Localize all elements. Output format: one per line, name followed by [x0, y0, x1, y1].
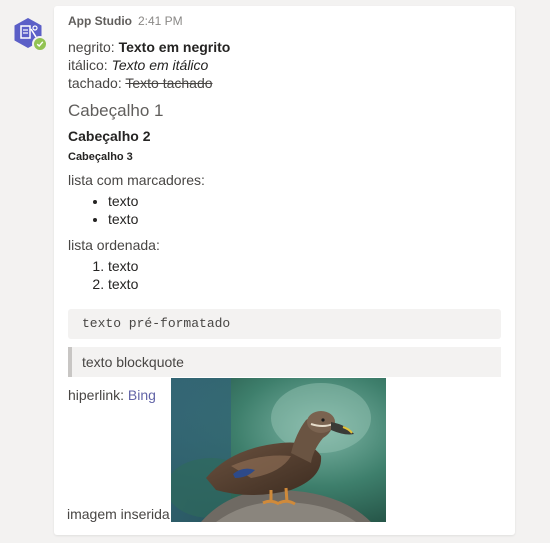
sender-name[interactable]: App Studio — [68, 14, 132, 28]
heading-1: Cabeçalho 1 — [68, 101, 164, 120]
list-item: texto — [108, 275, 501, 293]
inserted-image-row: imagem inserida: — [67, 378, 397, 522]
italic-line: itálico: Texto em itálico — [68, 56, 501, 74]
bullet-list-label: lista com marcadores: — [68, 172, 205, 188]
ordered-list: texto texto — [68, 257, 501, 293]
timestamp: 2:41 PM — [137, 14, 183, 28]
ordered-list-label: lista ordenada: — [68, 237, 160, 253]
heading-3: Cabeçalho 3 — [68, 151, 133, 163]
duck-photo[interactable] — [171, 378, 386, 522]
message-body: negrito: Texto em negrito itálico: Texto… — [68, 38, 501, 404]
list-item: texto — [108, 210, 501, 228]
bold-text: Texto em negrito — [118, 39, 231, 55]
preformatted-block: texto pré-formatado — [68, 309, 501, 339]
italic-text: Texto em itálico — [111, 57, 209, 73]
strike-text: Texto tachado — [125, 75, 213, 91]
bullet-list: texto texto — [68, 192, 501, 228]
message-card: App Studio 2:41 PM negrito: Texto em negr… — [54, 6, 515, 535]
list-item: texto — [108, 257, 501, 275]
available-check-icon — [32, 36, 48, 52]
italic-label: itálico: — [68, 57, 108, 73]
list-item: texto — [108, 192, 501, 210]
message-header: App Studio 2:41 PM — [68, 14, 183, 28]
strike-line: tachado: Texto tachado — [68, 74, 501, 92]
heading-2: Cabeçalho 2 — [68, 128, 151, 144]
strike-label: tachado: — [68, 75, 122, 91]
blockquote: texto blockquote — [68, 347, 501, 377]
bold-label: negrito: — [68, 39, 115, 55]
image-label: imagem inserida: — [67, 506, 174, 522]
bold-line: negrito: Texto em negrito — [68, 38, 501, 56]
